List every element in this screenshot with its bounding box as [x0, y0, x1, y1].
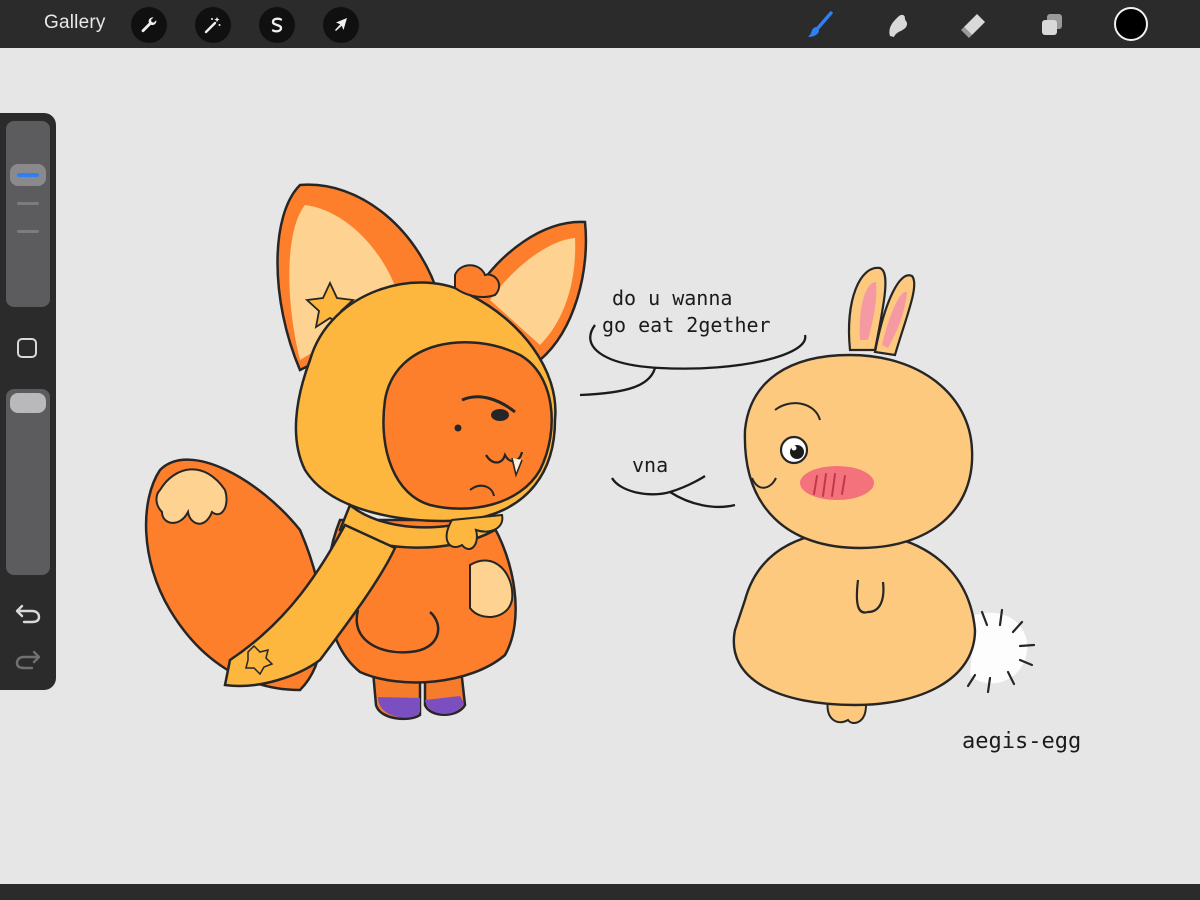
speech-line-1: do u wanna	[612, 286, 732, 310]
bottom-bar	[0, 884, 1200, 900]
bunny-head	[743, 353, 974, 550]
brush-icon	[808, 11, 833, 37]
smudge-icon	[889, 14, 908, 37]
signature: aegis-egg	[962, 729, 1081, 754]
brush-size-indicator	[17, 173, 39, 177]
selection-button[interactable]	[259, 7, 295, 43]
magic-wand-icon	[204, 17, 221, 34]
drawing-canvas[interactable]: do u wanna go eat 2gether vna aegis-egg	[0, 48, 1200, 884]
bunny-blush	[800, 466, 874, 500]
opacity-slider[interactable]	[6, 389, 50, 575]
undo-icon[interactable]	[14, 601, 42, 627]
brush-size-slider[interactable]	[6, 121, 50, 307]
brush-size-thumb[interactable]	[10, 164, 46, 186]
smudge-button[interactable]	[878, 6, 916, 44]
brush-button[interactable]	[801, 6, 839, 44]
fox-character	[144, 183, 588, 721]
modify-button[interactable]	[17, 338, 37, 358]
selection-s-icon	[271, 17, 283, 33]
arrow-cursor-icon	[335, 18, 347, 31]
redo-icon[interactable]	[14, 647, 42, 673]
adjustments-button[interactable]	[195, 7, 231, 43]
transform-button[interactable]	[323, 7, 359, 43]
size-tick	[17, 230, 39, 233]
speech-line-2: go eat 2gether	[602, 313, 771, 337]
eraser-button[interactable]	[955, 6, 993, 44]
layers-icon	[1042, 14, 1062, 35]
size-tick	[17, 202, 39, 205]
left-sidebar	[0, 113, 56, 690]
opacity-thumb[interactable]	[10, 393, 46, 413]
reply-text: vna	[632, 453, 668, 477]
gallery-button[interactable]: Gallery	[44, 12, 106, 34]
eraser-icon	[961, 14, 985, 38]
fox-face	[382, 341, 553, 510]
wrench-icon	[141, 17, 157, 33]
bunny-body	[732, 530, 977, 707]
artwork: do u wanna go eat 2gether vna aegis-egg	[144, 183, 1081, 754]
actions-button[interactable]	[131, 7, 167, 43]
reply-bubble: vna	[611, 453, 736, 509]
bunny-character	[732, 266, 1036, 724]
layers-button[interactable]	[1033, 6, 1071, 44]
color-picker-button[interactable]	[1114, 7, 1148, 41]
top-toolbar: Gallery	[0, 0, 1200, 48]
